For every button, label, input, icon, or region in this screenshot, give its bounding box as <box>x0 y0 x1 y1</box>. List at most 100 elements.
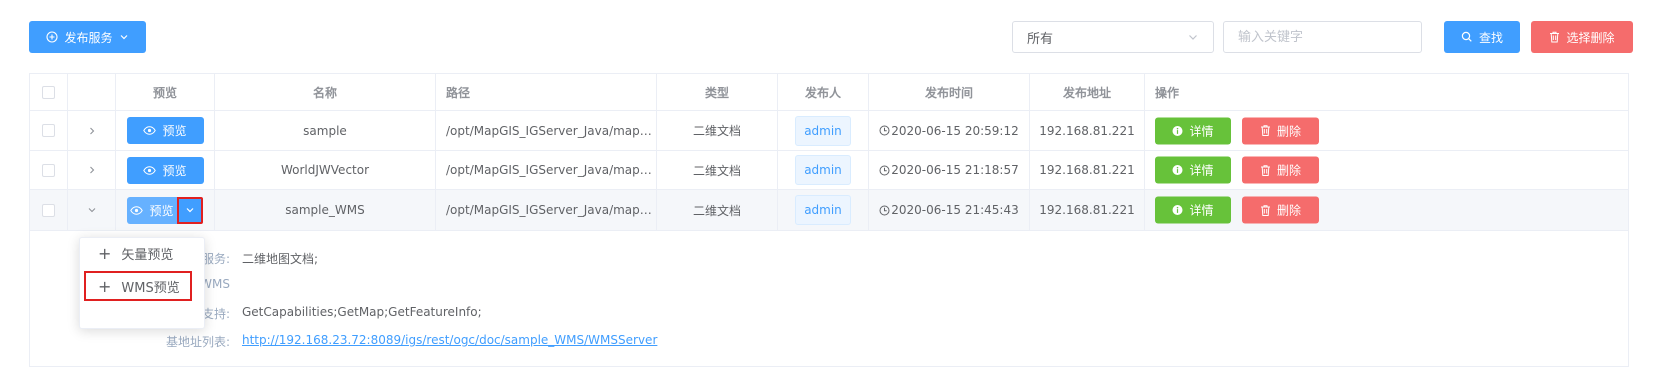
header-publish-address: 发布地址 <box>1030 74 1145 110</box>
header-checkbox-cell <box>30 74 68 110</box>
chevron-down-icon <box>1187 31 1199 43</box>
clock-icon <box>879 205 890 216</box>
trash-icon <box>1260 164 1271 176</box>
service-path: /opt/MapGIS_IGServer_Java/map… <box>436 111 657 150</box>
publisher-tag: admin <box>795 115 851 146</box>
delete-button[interactable]: 删除 <box>1242 156 1319 184</box>
table-row: 预览 sample /opt/MapGIS_IGServer_Java/map…… <box>30 111 1628 151</box>
preview-button[interactable]: 预览 <box>126 117 204 144</box>
search-label: 查找 <box>1478 30 1503 45</box>
info-icon <box>1172 165 1183 176</box>
header-expand-cell <box>68 74 116 110</box>
vector-preview-label: 矢量预览 <box>121 247 174 263</box>
delete-selected-button[interactable]: 选择删除 <box>1531 21 1633 53</box>
detail-button[interactable]: 详情 <box>1155 117 1231 144</box>
table-row-expanded: 预览 sample_WMS /opt/MapGIS_IGServer_Java/… <box>30 190 1628 231</box>
type-filter-value: 所有 <box>1027 31 1054 47</box>
eye-icon <box>143 165 157 175</box>
detail-label: 详情 <box>1189 124 1214 138</box>
publish-address: 192.168.81.221 <box>1030 151 1145 189</box>
publish-service-label: 发布服务 <box>64 30 113 45</box>
info-icon <box>1172 205 1183 216</box>
select-all-checkbox[interactable] <box>42 85 55 99</box>
trash-icon <box>1549 31 1560 43</box>
preview-dropdown-menu: + 矢量预览 + WMS预览 <box>79 237 205 329</box>
preview-label: 预览 <box>162 124 187 138</box>
chevron-down-icon[interactable] <box>87 205 97 215</box>
publish-time: 2020-06-15 20:59:12 <box>891 123 1019 138</box>
publish-service-button[interactable]: 发布服务 <box>29 21 146 53</box>
base-url-label: 基地址列表: <box>165 335 230 349</box>
service-name: sample <box>215 111 436 150</box>
detail-label: 详情 <box>1189 163 1214 178</box>
service-path: /opt/MapGIS_IGServer_Java/map… <box>436 151 657 189</box>
header-preview: 预览 <box>116 74 215 110</box>
type-filter-select[interactable]: 所有 <box>1012 21 1214 53</box>
clock-icon <box>879 165 890 176</box>
base-url-link[interactable]: http://192.168.23.72:8089/igs/rest/ogc/d… <box>242 333 657 347</box>
header-actions: 操作 <box>1155 85 1180 100</box>
service-type: 二维文档 <box>657 190 778 230</box>
preview-button[interactable]: 预览 <box>127 196 177 224</box>
services-table: 预览 名称 路径 类型 发布人 发布时间 发布地址 操作 预览 sample /… <box>29 73 1629 367</box>
publish-address: 192.168.81.221 <box>1030 111 1145 150</box>
clock-icon <box>879 125 890 136</box>
trash-icon <box>1260 125 1271 137</box>
delete-selected-label: 选择删除 <box>1566 30 1615 45</box>
detail-button[interactable]: 详情 <box>1155 156 1231 184</box>
service-type-label: 服务: <box>201 252 230 266</box>
plus-icon: + <box>98 276 112 296</box>
row-checkbox[interactable] <box>42 203 55 217</box>
row-expand-detail: 服务: 二维地图文档; WMS 支持: GetCapabilities;GetM… <box>30 231 1628 367</box>
publish-address: 192.168.81.221 <box>1030 190 1145 230</box>
support-label: 支持: <box>201 307 230 321</box>
delete-label: 删除 <box>1276 163 1301 178</box>
delete-button[interactable]: 删除 <box>1242 117 1319 144</box>
delete-button[interactable]: 删除 <box>1242 196 1319 224</box>
delete-label: 删除 <box>1276 124 1301 138</box>
service-type: 二维文档 <box>657 111 778 150</box>
service-type-value: 二维地图文档; <box>242 252 319 266</box>
service-type: 二维文档 <box>657 151 778 189</box>
header-publisher: 发布人 <box>778 74 869 110</box>
search-button[interactable]: 查找 <box>1444 21 1520 53</box>
preview-button[interactable]: 预览 <box>126 156 204 184</box>
eye-icon <box>143 126 157 135</box>
table-row: 预览 WorldJWVector /opt/MapGIS_IGServer_Ja… <box>30 151 1628 190</box>
header-type: 类型 <box>657 74 778 110</box>
row-checkbox[interactable] <box>42 163 55 177</box>
chevron-right-icon[interactable] <box>87 126 97 136</box>
publisher-tag: admin <box>795 155 851 185</box>
detail-label: 详情 <box>1189 203 1214 218</box>
publish-time: 2020-06-15 21:45:43 <box>891 203 1019 217</box>
header-path: 路径 <box>436 74 657 110</box>
keyword-search-input[interactable] <box>1223 21 1422 53</box>
preview-split-button: 预览 <box>127 196 203 224</box>
chevron-down-icon <box>119 32 129 42</box>
preview-label: 预览 <box>149 203 174 218</box>
wms-preview-menu-item[interactable]: + WMS预览 <box>84 271 192 301</box>
eye-icon <box>130 205 144 215</box>
publisher-tag: admin <box>795 195 851 225</box>
support-value: GetCapabilities;GetMap;GetFeatureInfo; <box>242 305 482 319</box>
preview-label: 预览 <box>162 163 187 178</box>
plus-icon: + <box>98 243 112 263</box>
plus-circle-icon <box>46 31 59 43</box>
preview-dropdown-toggle[interactable] <box>177 196 203 224</box>
table-header: 预览 名称 路径 类型 发布人 发布时间 发布地址 操作 <box>30 74 1628 111</box>
chevron-down-icon <box>185 205 195 215</box>
publish-time: 2020-06-15 21:18:57 <box>891 163 1019 177</box>
header-publish-time: 发布时间 <box>869 74 1030 110</box>
row-checkbox[interactable] <box>42 124 55 137</box>
search-icon <box>1461 31 1473 43</box>
vector-preview-menu-item[interactable]: + 矢量预览 <box>80 238 204 268</box>
info-icon <box>1172 125 1183 136</box>
service-name: sample_WMS <box>215 190 436 230</box>
header-name: 名称 <box>215 74 436 110</box>
detail-button[interactable]: 详情 <box>1155 196 1231 224</box>
wms-preview-label: WMS预览 <box>121 280 180 296</box>
chevron-right-icon[interactable] <box>87 165 97 175</box>
delete-label: 删除 <box>1276 203 1301 218</box>
trash-icon <box>1260 204 1271 216</box>
service-path: /opt/MapGIS_IGServer_Java/map… <box>436 190 657 230</box>
